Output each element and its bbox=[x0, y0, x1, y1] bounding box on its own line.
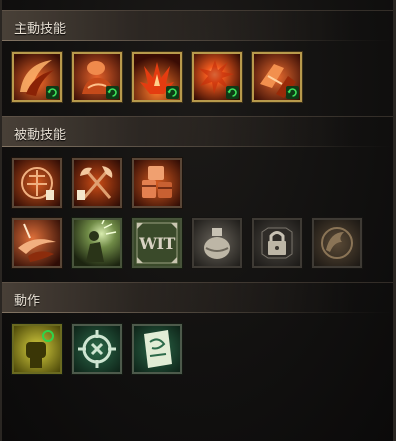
passive-skill-slot-3[interactable] bbox=[132, 158, 182, 208]
figure-aura-icon bbox=[74, 220, 120, 266]
passive-skill-slot-7[interactable] bbox=[192, 218, 242, 268]
cooldown-refresh-icon bbox=[106, 86, 119, 99]
passive-skill-slot-5[interactable] bbox=[72, 218, 122, 268]
active-skill-slot-2[interactable] bbox=[72, 52, 122, 102]
passive-skill-slot-9[interactable] bbox=[312, 218, 362, 268]
action-slot-1[interactable] bbox=[12, 324, 62, 374]
cooldown-refresh-icon bbox=[286, 86, 299, 99]
skill-panel: 主動技能 被動技能 WIT 動作 bbox=[0, 0, 396, 441]
action-slot-2[interactable] bbox=[72, 324, 122, 374]
cooldown-refresh-icon bbox=[166, 86, 179, 99]
section-title-passive: 被動技能 bbox=[14, 128, 67, 143]
bird-emblem-icon bbox=[314, 220, 360, 266]
passive-skill-slot-6[interactable]: WIT bbox=[132, 218, 182, 268]
potion-flask-icon bbox=[194, 220, 240, 266]
armor-emblem-icon bbox=[14, 160, 60, 206]
section-header-active: 主動技能 bbox=[2, 10, 393, 41]
header-divider bbox=[2, 146, 393, 147]
action-slot-3[interactable] bbox=[132, 324, 182, 374]
section-header-actions: 動作 bbox=[2, 282, 393, 313]
scroll-icon bbox=[134, 326, 180, 372]
header-divider bbox=[2, 312, 393, 313]
green-fist-icon bbox=[14, 326, 60, 372]
active-skill-slot-5[interactable] bbox=[252, 52, 302, 102]
wit-label: WIT bbox=[138, 234, 175, 253]
passive-skill-slot-1[interactable] bbox=[12, 158, 62, 208]
active-skill-slot-1[interactable] bbox=[12, 52, 62, 102]
section-title-actions: 動作 bbox=[14, 294, 41, 309]
crossed-axes-icon bbox=[74, 160, 120, 206]
cooldown-refresh-icon bbox=[46, 86, 59, 99]
active-skill-slot-3[interactable] bbox=[132, 52, 182, 102]
siege-barrel-icon bbox=[134, 160, 180, 206]
header-divider bbox=[2, 40, 393, 41]
section-title-active: 主動技能 bbox=[14, 22, 67, 37]
section-header-passive: 被動技能 bbox=[2, 116, 393, 147]
wit-stat-icon: WIT bbox=[134, 220, 180, 266]
cooldown-refresh-icon bbox=[226, 86, 239, 99]
locked-padlock-icon bbox=[254, 220, 300, 266]
sword-sweep-icon bbox=[14, 220, 60, 266]
passive-skill-slot-4[interactable] bbox=[12, 218, 62, 268]
target-cancel-icon bbox=[74, 326, 120, 372]
passive-skill-slot-8[interactable] bbox=[252, 218, 302, 268]
passive-skill-slot-2[interactable] bbox=[72, 158, 122, 208]
active-skill-slot-4[interactable] bbox=[192, 52, 242, 102]
